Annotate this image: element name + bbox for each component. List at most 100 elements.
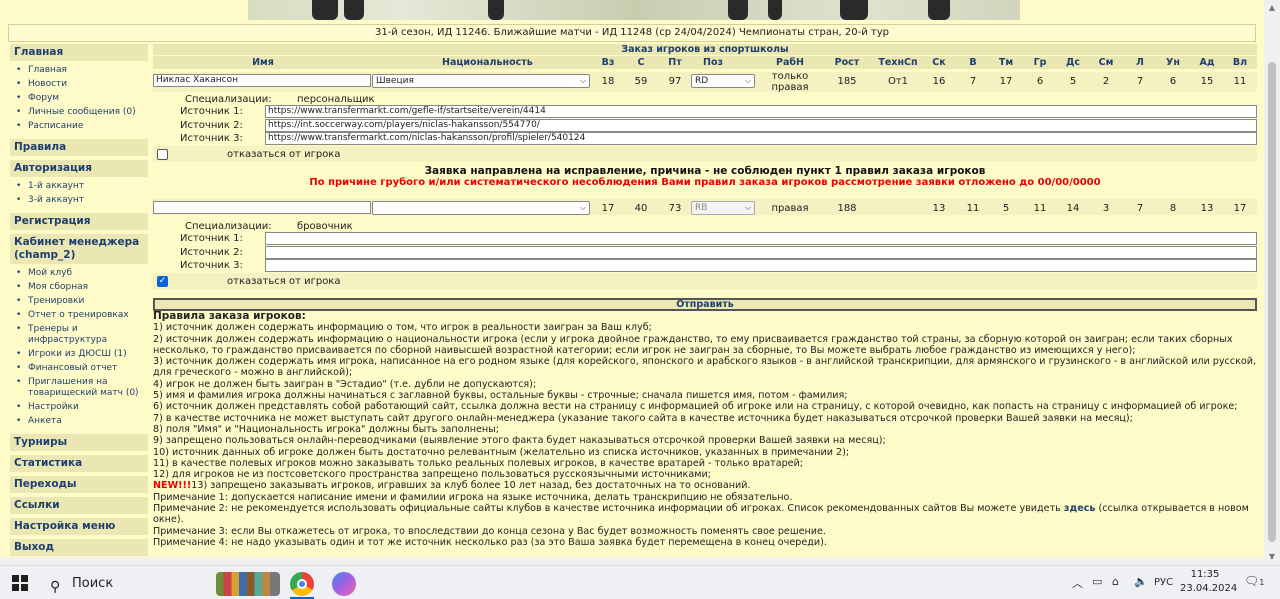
chevron-down-icon: ⌵ [744, 76, 751, 85]
player1-tech: От1 [887, 76, 909, 87]
sidebar-item-4-0[interactable]: Мой клуб [10, 267, 148, 281]
notifications-icon[interactable]: 🗨1 [1244, 574, 1264, 588]
player2-stat-4: 14 [1066, 203, 1080, 214]
chevron-down-icon: ⌵ [744, 203, 751, 212]
player1-nationality-select[interactable]: Швеция ⌵ [372, 74, 590, 88]
player2-source-input-0[interactable] [265, 232, 1257, 245]
sidebar-item-0-0[interactable]: Главная [10, 64, 148, 78]
sidebar-section-4[interactable]: Кабинет менеджера (champ_2) [10, 234, 148, 264]
player2-stat-0: 13 [932, 203, 946, 214]
player1-stat-6: 7 [1136, 76, 1144, 87]
player2-position-select[interactable]: RB ⌵ [691, 201, 755, 215]
volume-icon[interactable]: 🔈 [1134, 575, 1148, 588]
player1-source-input-1[interactable]: https://int.soccerway.com/players/niclas… [265, 118, 1257, 132]
scroll-down-icon[interactable]: ▼ [1264, 549, 1280, 565]
sidebar-section-6[interactable]: Статистика [10, 455, 148, 472]
player2-stat-5: 3 [1102, 203, 1110, 214]
sidebar-item-4-8[interactable]: Настройки [10, 401, 148, 415]
chrome-icon[interactable] [290, 572, 314, 596]
player2-pt: 73 [668, 203, 682, 214]
sidebar-item-2-1[interactable]: 3-й аккаунт [10, 194, 148, 208]
rule-13-text: 13) запрещено заказывать игроков, игравш… [191, 480, 751, 492]
player2-stat-2: 5 [1002, 203, 1010, 214]
player1-source-label-0: Источник 1: [180, 106, 243, 117]
horizontal-scrollbar[interactable] [0, 557, 1264, 565]
sidebar-item-4-9[interactable]: Анкета [10, 415, 148, 429]
player2-name-input[interactable] [153, 201, 371, 214]
sidebar-section-0[interactable]: Главная [10, 44, 148, 61]
sidebar-item-4-3[interactable]: Отчет о тренировках [10, 309, 148, 323]
language-indicator[interactable]: РУС [1154, 577, 1173, 588]
note-3: Примечание 3: если Вы откажетесь от игро… [153, 525, 826, 537]
sidebar-item-0-3[interactable]: Личные сообщения (0) [10, 106, 148, 120]
books-app-icon[interactable] [216, 572, 280, 596]
player1-position-value: RD [695, 76, 709, 86]
header-1: Национальность [442, 57, 533, 68]
player1-stat-9: 11 [1233, 76, 1247, 87]
player1-spec-label: Специализации: [185, 94, 272, 105]
player2-stat-7: 8 [1169, 203, 1177, 214]
windows-start-icon[interactable] [12, 575, 28, 591]
tray-chevron-icon[interactable]: ︿ [1072, 575, 1083, 591]
chevron-down-icon: ⌵ [579, 76, 586, 85]
player1-stat-5: 2 [1102, 76, 1110, 87]
player1-source-input-0[interactable]: https://www.transfermarkt.com/gefle-if/s… [265, 105, 1257, 118]
sidebar-item-4-1[interactable]: Моя сборная [10, 281, 148, 295]
player2-refuse-checkbox[interactable]: ✓ [157, 276, 168, 287]
vertical-scrollbar[interactable]: ▲ ▼ [1264, 0, 1280, 565]
player1-refuse-label: отказаться от игрока [227, 149, 341, 160]
rule-line-12: 12) для игроков не из постсоветского про… [153, 469, 711, 481]
sidebar-section-10[interactable]: Выход [10, 539, 148, 556]
scroll-up-icon[interactable]: ▲ [1264, 0, 1280, 16]
submit-button[interactable]: Отправить [153, 298, 1257, 311]
recommended-sites-link[interactable]: здесь [1064, 503, 1096, 514]
sidebar-item-4-6[interactable]: Финансовый отчет [10, 362, 148, 376]
rule-line-2: 2) источник должен содержать информацию … [153, 333, 1233, 356]
player2-source-input-2[interactable] [265, 259, 1257, 272]
sidebar-item-4-5[interactable]: Игроки из ДЮСШ (1) [10, 348, 148, 362]
sidebar-item-0-1[interactable]: Новости [10, 78, 148, 92]
player1-name-input[interactable]: Никлас Хакансон [153, 74, 371, 87]
sidebar-section-5[interactable]: Турниры [10, 434, 148, 451]
rule-line-7: 7) в качестве источника не может выступа… [153, 412, 1133, 424]
player1-height: 185 [837, 76, 857, 87]
sidebar-item-0-2[interactable]: Форум [10, 92, 148, 106]
rule-line-10: 10) источник данных об игроке должен быт… [153, 446, 850, 458]
sidebar-menu: ГлавнаяГлавнаяНовостиФорумЛичные сообщен… [10, 44, 148, 556]
sidebar-section-7[interactable]: Переходы [10, 476, 148, 493]
rules-title: Правила заказа игроков: [153, 310, 306, 322]
player1-refuse-checkbox[interactable] [157, 149, 168, 160]
player2-nationality-select[interactable]: ⌵ [372, 201, 590, 215]
search-icon: ⚲ [50, 579, 61, 595]
player1-stat-1: 7 [969, 76, 977, 87]
player1-source-input-2[interactable]: https://www.transfermarkt.com/niclas-hak… [265, 132, 1257, 145]
taskbar-search[interactable]: ⚲ Поиск [40, 571, 208, 597]
player2-stat-8: 13 [1200, 203, 1214, 214]
network-icon[interactable]: ▭ [1092, 575, 1102, 588]
order-form: Заказ игроков из спортшколы Имя Националь… [153, 44, 1257, 554]
player2-foot: правая [771, 203, 809, 214]
copilot-icon[interactable] [332, 572, 356, 596]
rule-line-13: NEW!!!13) запрещено заказывать игроков, … [153, 480, 1257, 491]
sidebar-section-3[interactable]: Регистрация [10, 213, 148, 230]
clock-date: 23.04.2024 [1180, 583, 1238, 594]
sidebar-item-4-7[interactable]: Приглашения на товарищеский матч (0) [10, 376, 148, 401]
sidebar-item-2-0[interactable]: 1-й аккаунт [10, 180, 148, 194]
rule-line-1: 1) источник должен содержать информацию … [153, 322, 652, 334]
clock[interactable]: 11:35 23.04.2024 [1180, 568, 1238, 596]
sidebar-section-1[interactable]: Правила [10, 139, 148, 156]
sidebar-item-4-4[interactable]: Тренеры и инфраструктура [10, 323, 148, 348]
player1-source-label-2: Источник 3: [180, 133, 243, 144]
clock-time: 11:35 [1190, 569, 1220, 580]
sidebar-section-9[interactable]: Настройка меню [10, 518, 148, 535]
player2-source-input-1[interactable] [265, 245, 1257, 259]
player2-height: 188 [837, 203, 857, 214]
sidebar-section-2[interactable]: Авторизация [10, 160, 148, 177]
sidebar-section-8[interactable]: Ссылки [10, 497, 148, 514]
sidebar-item-0-4[interactable]: Расписание [10, 120, 148, 134]
player1-position-select[interactable]: RD ⌵ [691, 74, 755, 88]
player1-stat-2: 17 [999, 76, 1013, 87]
scrollbar-thumb[interactable] [1268, 62, 1276, 542]
sidebar-item-4-2[interactable]: Тренировки [10, 295, 148, 309]
ethernet-icon[interactable]: ⌂ [1112, 575, 1119, 588]
